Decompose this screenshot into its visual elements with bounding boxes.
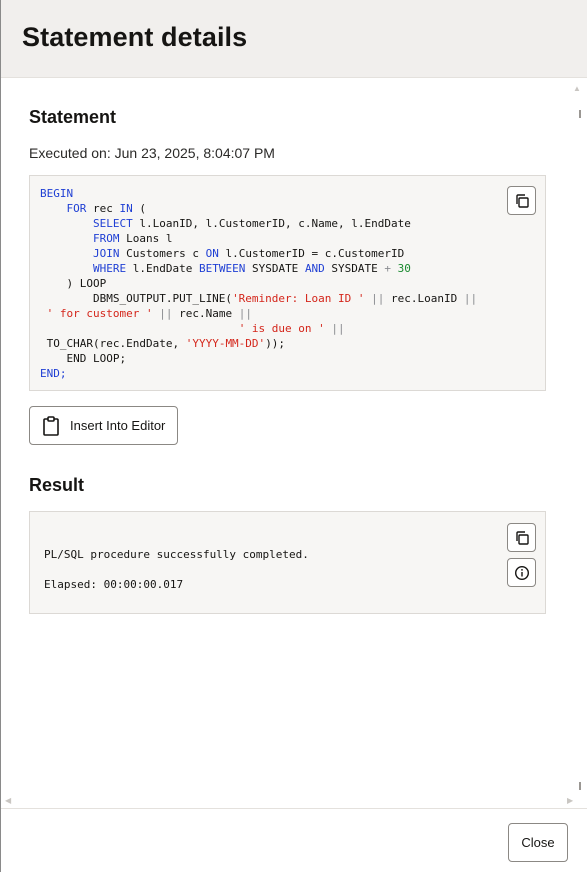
result-info-button[interactable] (507, 558, 536, 587)
scroll-left-arrow-icon[interactable]: ◀ (5, 796, 11, 805)
dialog-left-border (0, 0, 1, 872)
scroll-right-arrow-icon[interactable]: ▶ (567, 796, 573, 805)
scrollbar-thumb-end[interactable] (579, 782, 581, 790)
statement-code: BEGIN FOR rec IN ( SELECT l.LoanID, l.Cu… (40, 186, 477, 381)
result-line: PL/SQL procedure successfully completed. (44, 548, 309, 561)
code-line: ) LOOP (40, 277, 107, 290)
dialog-title: Statement details (22, 22, 248, 52)
copy-icon (515, 193, 529, 208)
code-line: DBMS_OUTPUT.PUT_LINE('Reminder: Loan ID … (40, 292, 478, 305)
code-line: BEGIN (40, 187, 74, 200)
copy-result-button[interactable] (507, 523, 536, 552)
clipboard-icon (43, 415, 59, 436)
result-line: Elapsed: 00:00:00.017 (44, 578, 184, 591)
code-line: JOIN Customers c ON l.CustomerID = c.Cus… (92, 247, 405, 260)
code-line: SELECT l.LoanID, l.CustomerID, c.Name, l… (92, 217, 411, 230)
statement-code-block[interactable]: BEGIN FOR rec IN ( SELECT l.LoanID, l.Cu… (29, 175, 546, 391)
dialog-header: Statement details (1, 0, 587, 78)
statement-heading: Statement (29, 107, 117, 127)
code-line: FROM Loans l (92, 232, 173, 245)
code-line: END LOOP; (40, 352, 127, 365)
footer-divider (1, 808, 587, 809)
code-line: WHERE l.EndDate BETWEEN SYSDATE AND SYSD… (92, 262, 411, 275)
result-heading: Result (29, 475, 85, 495)
code-line: ' is due on ' || (238, 322, 345, 335)
executed-on-text: Executed on: Jun 23, 2025, 8:04:07 PM (29, 145, 275, 161)
code-line: END; (40, 367, 67, 380)
code-line: ' for customer ' || rec.Name || (46, 307, 252, 320)
scrollbar-thumb[interactable] (579, 110, 581, 118)
insert-into-editor-button[interactable]: Insert Into Editor (29, 406, 178, 445)
code-line: TO_CHAR(rec.EndDate, 'YYYY-MM-DD')); (40, 337, 286, 350)
copy-icon (515, 530, 529, 545)
code-line: FOR rec IN ( (66, 202, 147, 215)
close-button[interactable]: Close (508, 823, 568, 862)
result-output: PL/SQL procedure successfully completed.… (44, 547, 309, 592)
insert-into-editor-label: Insert Into Editor (70, 418, 166, 433)
copy-statement-button[interactable] (507, 186, 536, 215)
result-line (44, 562, 309, 577)
scroll-up-arrow-icon[interactable]: ▲ (573, 84, 581, 93)
result-block[interactable]: PL/SQL procedure successfully completed.… (29, 511, 546, 614)
info-icon (514, 565, 529, 580)
